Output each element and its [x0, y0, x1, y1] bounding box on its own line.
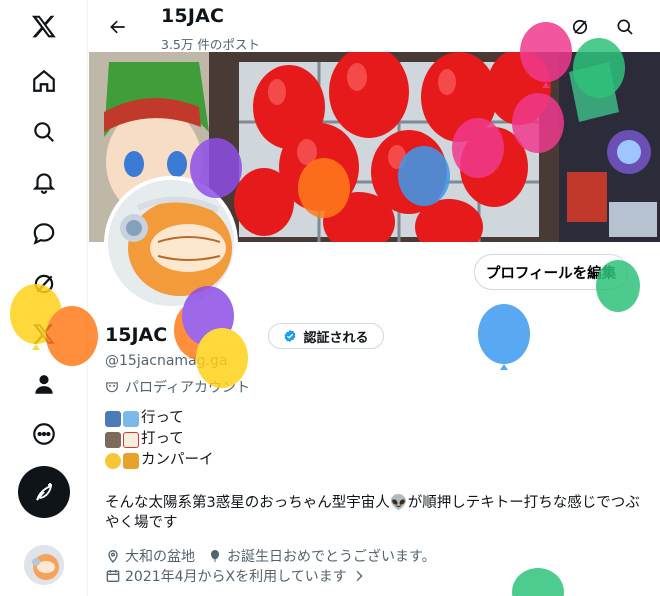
search-icon[interactable] [22, 110, 66, 154]
display-name: 15JAC [105, 324, 168, 346]
beer-emoji-icon [123, 452, 139, 469]
profile-header: 15JAC 3.5万 件のポスト [89, 0, 660, 52]
bio-line-text: カンパーイ [141, 452, 214, 468]
home-icon[interactable] [22, 59, 66, 103]
grok-header-button[interactable] [565, 12, 595, 42]
notifications-icon[interactable] [22, 160, 66, 204]
compose-button[interactable] [18, 466, 70, 518]
verified-badge-icon [285, 329, 296, 343]
slot-machine-emoji-icon [105, 431, 121, 448]
bio: 行って 打って カンパーイ [105, 408, 214, 471]
location-pin-icon [108, 550, 118, 563]
grok-icon [572, 19, 588, 35]
bio-line-text: 行って [141, 410, 184, 426]
joined-text: 2021年4月からXを利用しています [125, 569, 347, 585]
balloon-blue [478, 304, 530, 370]
mahjong-emoji-icon [123, 431, 139, 448]
ship-emoji-icon [123, 410, 139, 427]
bio-line: 行って [105, 408, 214, 429]
train-emoji-icon [105, 410, 121, 427]
account-avatar[interactable] [24, 545, 64, 585]
balloon-icon [211, 550, 219, 562]
parody-label-row: パロディアカウント [105, 377, 250, 397]
mask-icon [106, 382, 118, 393]
bio-line: カンパーイ [105, 450, 214, 471]
bio-line: 打って [105, 429, 214, 450]
grinning-face-emoji-icon [105, 452, 121, 469]
get-verified-button[interactable]: 認証される [268, 323, 384, 349]
side-navigation [0, 0, 88, 596]
search-header-button[interactable] [610, 12, 640, 42]
profile-description: そんな太陽系第3惑星のおっちゃん型宇宙人👽が順押しテキトー打ちな感じでつぶやく場… [105, 495, 640, 531]
header-title: 15JAC [161, 5, 225, 27]
x-logo-icon[interactable] [22, 4, 66, 48]
back-arrow-icon [110, 20, 125, 34]
birthday-text: お誕生日おめでとうございます。 [227, 549, 436, 565]
profile-avatar[interactable] [104, 176, 238, 310]
profile-icon[interactable] [22, 362, 66, 406]
balloon-green [512, 568, 564, 596]
search-icon [617, 19, 633, 35]
joined-row[interactable]: 2021年4月からXを利用しています [105, 566, 367, 586]
bio-line-text: 打って [141, 431, 184, 447]
compose-feather-icon [36, 483, 53, 501]
messages-icon[interactable] [22, 211, 66, 255]
location-text: 大和の盆地 [125, 549, 195, 565]
post-count: 3.5万 件のポスト [161, 37, 260, 52]
location-row: 大和の盆地 お誕生日おめでとうございます。 [105, 546, 436, 566]
get-verified-label: 認証される [303, 330, 369, 346]
edit-profile-button[interactable]: プロフィールを編集 [474, 254, 628, 290]
parody-label: パロディアカウント [125, 380, 251, 396]
handle: @15jacnamag.ga [105, 353, 228, 369]
back-button[interactable] [101, 10, 135, 44]
premium-x-icon[interactable] [22, 312, 66, 356]
chevron-right-icon [356, 570, 363, 582]
more-icon[interactable] [22, 412, 66, 456]
grok-icon[interactable] [22, 262, 66, 306]
calendar-icon [106, 570, 120, 582]
